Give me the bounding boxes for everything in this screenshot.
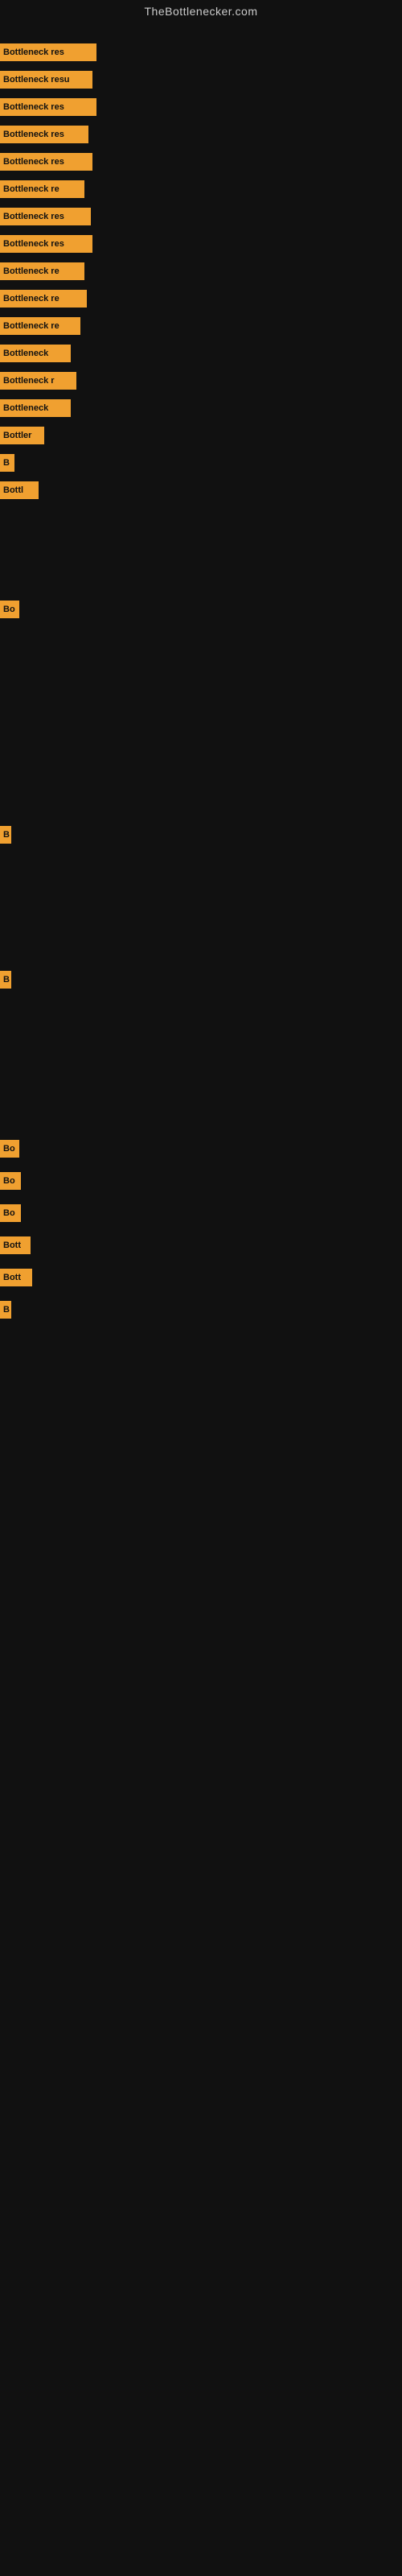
bar-label-25: Bott [0, 1269, 32, 1286]
bar-item-10: Bottleneck re [0, 290, 87, 308]
bar-label-18: Bo [0, 601, 19, 618]
bar-label-6: Bottleneck re [0, 180, 84, 198]
bar-item-12: Bottleneck [0, 345, 71, 362]
bar-item-2: Bottleneck resu [0, 71, 92, 89]
bar-label-13: Bottleneck r [0, 372, 76, 390]
bar-item-5: Bottleneck res [0, 153, 92, 171]
bar-item-16: B [0, 454, 14, 472]
bar-item-14: Bottleneck [0, 399, 71, 417]
bar-item-20: B [0, 971, 11, 989]
bar-item-11: Bottleneck re [0, 317, 80, 335]
bar-label-21: Bo [0, 1140, 19, 1158]
bar-label-15: Bottler [0, 427, 44, 444]
bar-label-3: Bottleneck res [0, 98, 96, 116]
bar-label-7: Bottleneck res [0, 208, 91, 225]
bar-item-8: Bottleneck res [0, 235, 92, 253]
bar-label-5: Bottleneck res [0, 153, 92, 171]
bar-item-15: Bottler [0, 427, 44, 444]
bar-item-4: Bottleneck res [0, 126, 88, 143]
bar-item-13: Bottleneck r [0, 372, 76, 390]
bar-item-26: B [0, 1301, 11, 1319]
bar-label-1: Bottleneck res [0, 43, 96, 61]
bar-label-20: B [0, 971, 11, 989]
bar-item-6: Bottleneck re [0, 180, 84, 198]
bar-item-3: Bottleneck res [0, 98, 96, 116]
bar-item-17: Bottl [0, 481, 39, 499]
bar-label-2: Bottleneck resu [0, 71, 92, 89]
bar-item-18: Bo [0, 601, 19, 618]
bar-label-8: Bottleneck res [0, 235, 92, 253]
bar-item-23: Bo [0, 1204, 21, 1222]
bar-label-11: Bottleneck re [0, 317, 80, 335]
bar-label-12: Bottleneck [0, 345, 71, 362]
bar-item-7: Bottleneck res [0, 208, 91, 225]
bar-label-9: Bottleneck re [0, 262, 84, 280]
bar-item-19: B [0, 826, 11, 844]
bar-label-10: Bottleneck re [0, 290, 87, 308]
bar-item-1: Bottleneck res [0, 43, 96, 61]
bar-item-25: Bott [0, 1269, 32, 1286]
bar-label-19: B [0, 826, 11, 844]
bar-label-26: B [0, 1301, 11, 1319]
bar-label-4: Bottleneck res [0, 126, 88, 143]
bar-label-24: Bott [0, 1236, 31, 1254]
bar-label-16: B [0, 454, 14, 472]
bar-label-23: Bo [0, 1204, 21, 1222]
bar-label-22: Bo [0, 1172, 21, 1190]
bar-label-14: Bottleneck [0, 399, 71, 417]
bar-item-9: Bottleneck re [0, 262, 84, 280]
bar-item-22: Bo [0, 1172, 21, 1190]
bar-item-21: Bo [0, 1140, 19, 1158]
bar-label-17: Bottl [0, 481, 39, 499]
bar-item-24: Bott [0, 1236, 31, 1254]
site-title: TheBottlenecker.com [0, 0, 402, 21]
